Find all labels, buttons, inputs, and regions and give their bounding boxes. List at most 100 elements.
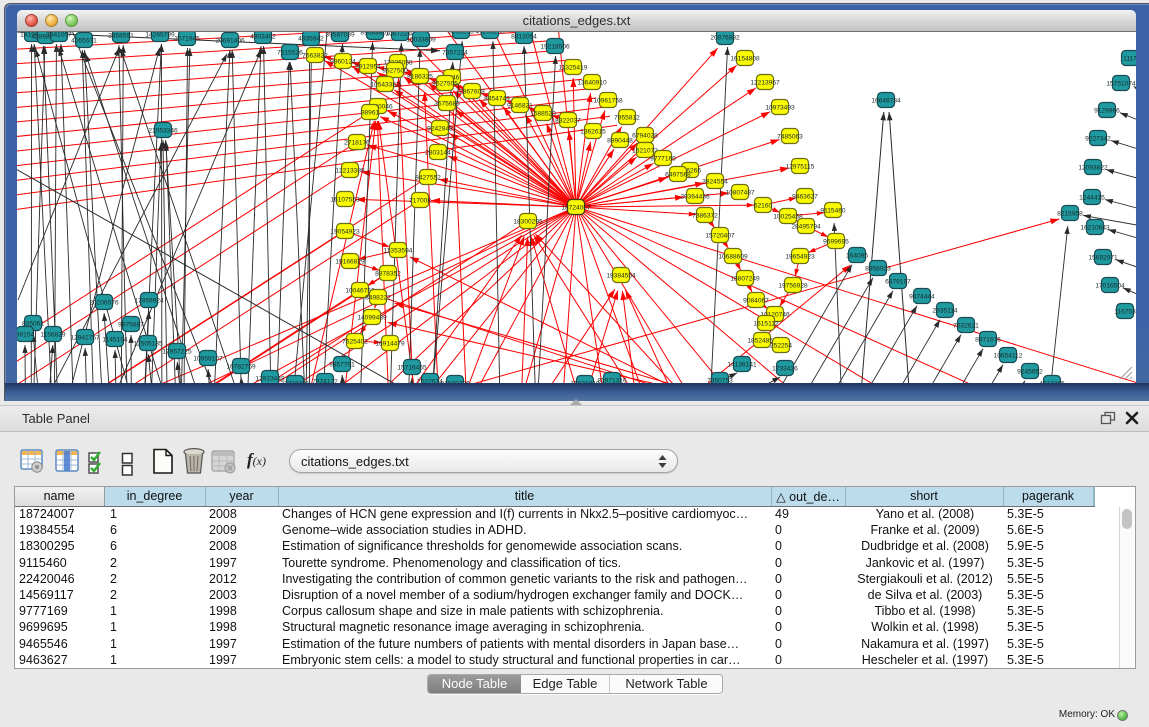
svg-text:10807487: 10807487 <box>725 189 755 196</box>
svg-text:15716465: 15716465 <box>397 364 427 371</box>
svg-text:8454749: 8454749 <box>484 95 510 102</box>
svg-text:3824554: 3824554 <box>702 178 728 185</box>
svg-text:10958107: 10958107 <box>193 355 223 362</box>
svg-text:62160: 62160 <box>754 202 773 209</box>
svg-text:1588520: 1588520 <box>530 110 556 117</box>
svg-text:14099489: 14099489 <box>357 314 387 321</box>
svg-text:4903402: 4903402 <box>250 33 276 40</box>
svg-text:21053346: 21053346 <box>148 127 178 134</box>
svg-text:14265799: 14265799 <box>145 32 175 38</box>
svg-text:10654112: 10654112 <box>994 352 1023 359</box>
svg-text:39587039: 39587039 <box>325 32 355 38</box>
svg-text:1244415: 1244415 <box>1079 194 1105 201</box>
svg-text:4612365: 4612365 <box>1039 380 1065 383</box>
svg-text:15751074: 15751074 <box>1106 80 1136 87</box>
svg-text:1733426: 1733426 <box>772 365 798 372</box>
svg-text:39154: 39154 <box>17 331 34 338</box>
svg-text:91030736: 91030736 <box>440 380 470 383</box>
svg-text:10973493: 10973493 <box>765 104 795 111</box>
svg-text:20876882: 20876882 <box>710 34 740 41</box>
svg-text:7632621: 7632621 <box>953 322 979 329</box>
svg-text:1362615: 1362615 <box>580 128 606 135</box>
svg-text:16914479: 16914479 <box>375 340 405 347</box>
svg-text:7663822: 7663822 <box>302 52 328 59</box>
svg-text:2571945: 2571945 <box>174 35 200 42</box>
svg-text:2803144: 2803144 <box>425 149 451 156</box>
svg-text:20364436: 20364436 <box>680 193 710 200</box>
svg-text:12505135: 12505135 <box>133 340 163 347</box>
svg-text:9115460: 9115460 <box>820 207 846 214</box>
svg-text:717008: 717008 <box>409 197 431 204</box>
svg-text:18300295: 18300295 <box>513 218 543 225</box>
svg-text:2935114: 2935114 <box>932 307 958 314</box>
svg-text:12093822: 12093822 <box>1078 164 1108 171</box>
svg-text:8878352: 8878352 <box>375 270 401 277</box>
svg-text:47295260: 47295260 <box>475 32 505 35</box>
svg-text:9627500: 9627500 <box>382 67 408 74</box>
svg-text:16154808: 16154808 <box>730 55 760 62</box>
svg-text:9975887: 9975887 <box>118 321 144 328</box>
svg-text:4055571: 4055571 <box>71 37 97 44</box>
svg-text:9227342: 9227342 <box>1085 135 1111 142</box>
svg-text:12213389: 12213389 <box>335 167 365 174</box>
svg-text:19654923: 19654923 <box>785 253 815 260</box>
svg-text:4335942: 4335942 <box>298 35 324 42</box>
svg-text:14136141: 14136141 <box>727 361 757 368</box>
svg-text:9463627: 9463627 <box>792 193 818 200</box>
svg-text:12213967: 12213967 <box>750 79 780 86</box>
svg-text:9245652: 9245652 <box>1017 368 1043 375</box>
svg-text:1145194: 1145194 <box>102 336 128 343</box>
svg-text:8990448: 8990448 <box>607 137 633 144</box>
svg-text:9129966: 9129966 <box>1094 107 1120 114</box>
svg-text:15692971: 15692971 <box>1088 254 1118 261</box>
svg-text:9084067: 9084067 <box>743 297 769 304</box>
svg-text:7485063: 7485063 <box>777 133 803 140</box>
svg-text:19166829: 19166829 <box>335 258 365 265</box>
svg-text:19384554: 19384554 <box>606 272 636 279</box>
svg-text:8186325: 8186325 <box>407 73 433 80</box>
svg-text:16648784: 16648784 <box>871 97 901 104</box>
svg-text:8215958: 8215958 <box>1057 210 1083 217</box>
svg-text:10543382: 10543382 <box>370 81 400 88</box>
svg-text:7357224: 7357224 <box>442 49 468 56</box>
svg-text:7386372: 7386372 <box>692 212 718 219</box>
svg-text:18724007: 18724007 <box>561 204 591 211</box>
svg-text:11325419: 11325419 <box>559 64 588 71</box>
svg-text:17957225: 17957225 <box>162 348 192 355</box>
svg-text:20691406: 20691406 <box>215 37 245 44</box>
svg-text:2867608: 2867608 <box>459 88 485 95</box>
svg-text:7022674: 7022674 <box>417 378 443 383</box>
svg-text:10688609: 10688609 <box>718 253 748 260</box>
svg-text:19218506: 19218506 <box>540 43 570 50</box>
svg-text:8912954: 8912954 <box>355 63 381 70</box>
svg-text:1615112: 1615112 <box>753 320 779 327</box>
svg-text:9777169: 9777169 <box>650 155 676 162</box>
svg-text:9242848: 9242848 <box>427 125 453 132</box>
svg-text:9527505: 9527505 <box>432 80 458 87</box>
svg-text:15720407: 15720407 <box>705 232 735 239</box>
svg-text:19054923: 19054923 <box>330 228 360 235</box>
svg-text:6794028: 6794028 <box>632 132 658 139</box>
svg-text:252254: 252254 <box>770 342 792 349</box>
svg-text:1117: 1117 <box>1123 55 1136 62</box>
svg-text:7955812: 7955812 <box>614 114 640 121</box>
svg-text:17859924: 17859924 <box>134 297 164 304</box>
svg-text:2458591: 2458591 <box>108 32 134 39</box>
svg-text:23718431: 23718431 <box>280 380 310 383</box>
svg-text:17016504: 17016504 <box>1095 282 1125 289</box>
svg-text:9699695: 9699695 <box>823 238 849 245</box>
svg-text:12975115: 12975115 <box>786 163 815 170</box>
svg-text:1156829: 1156829 <box>40 331 66 338</box>
svg-text:10033809: 10033809 <box>406 36 436 43</box>
svg-text:18807249: 18807249 <box>730 275 760 282</box>
svg-text:8471676: 8471676 <box>975 336 1001 343</box>
svg-text:116753: 116753 <box>1114 308 1136 315</box>
svg-text:19756928: 19756928 <box>778 282 808 289</box>
svg-text:8813054: 8813054 <box>511 33 537 40</box>
svg-text:8090293: 8090293 <box>448 32 474 35</box>
svg-text:13640910: 13640910 <box>577 79 607 86</box>
svg-text:98961: 98961 <box>361 109 380 116</box>
svg-text:11353594: 11353594 <box>384 247 413 254</box>
svg-text:7374122: 7374122 <box>312 378 338 383</box>
svg-text:9474444: 9474444 <box>909 293 935 300</box>
